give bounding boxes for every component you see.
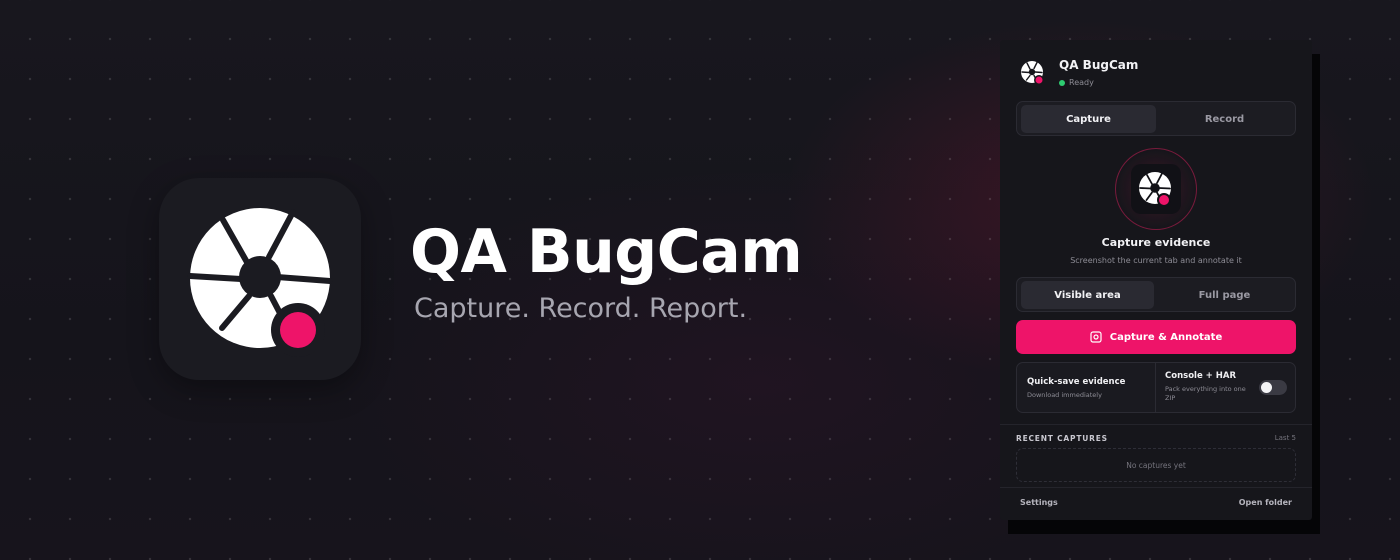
camera-shutter-icon	[187, 208, 333, 357]
mode-tabs: Capture Record	[1016, 101, 1296, 136]
capture-annotate-label: Capture & Annotate	[1109, 331, 1223, 343]
divider	[1000, 424, 1312, 425]
banner: QA BugCam Capture. Record. Report. QA Bu…	[0, 0, 1400, 560]
app-logo	[159, 178, 361, 380]
settings-link[interactable]: Settings	[1020, 498, 1058, 507]
options-divider	[1155, 363, 1156, 412]
quick-save-title: Quick-save evidence	[1027, 377, 1126, 387]
capture-annotate-button[interactable]: Capture & Annotate	[1016, 320, 1296, 354]
extension-popup: QA BugCam Ready Capture Record Capture e…	[1000, 40, 1312, 520]
recent-captures-heading: RECENT CAPTURES	[1016, 434, 1108, 443]
divider	[1000, 487, 1312, 488]
empty-state-text: No captures yet	[1126, 460, 1186, 470]
capture-title: Capture evidence	[1101, 236, 1211, 249]
console-har-option: Console + HAR Pack everything into one Z…	[1165, 371, 1255, 403]
hero-title: QA BugCam	[410, 217, 803, 287]
quick-save-description: Download immediately	[1027, 391, 1102, 399]
status-dot-icon	[1059, 80, 1065, 86]
quick-save-option[interactable]: Quick-save evidence Download immediately	[1027, 377, 1152, 400]
console-har-toggle[interactable]	[1259, 380, 1287, 395]
record-dot-icon	[280, 312, 316, 348]
popup-header: QA BugCam Ready	[1000, 40, 1312, 100]
tab-capture[interactable]: Capture	[1021, 105, 1156, 133]
open-folder-link[interactable]: Open folder	[1239, 498, 1292, 507]
area-selector: Visible area Full page	[1016, 277, 1296, 312]
camera-shutter-icon	[1021, 61, 1044, 85]
options-card: Quick-save evidence Download immediately…	[1016, 362, 1296, 413]
status-label: Ready	[1069, 78, 1094, 87]
option-visible-area[interactable]: Visible area	[1021, 281, 1154, 309]
capture-description: Screenshot the current tab and annotate …	[1070, 256, 1242, 265]
recent-captures-count: Last 5	[1274, 434, 1296, 442]
console-har-title: Console + HAR	[1165, 371, 1236, 381]
capture-icon-tile	[1131, 164, 1181, 214]
toggle-knob	[1261, 382, 1272, 393]
console-har-description: Pack everything into one ZIP	[1165, 385, 1246, 402]
option-full-page[interactable]: Full page	[1157, 281, 1292, 309]
capture-target-ring	[1115, 148, 1197, 230]
tab-record[interactable]: Record	[1157, 105, 1292, 133]
capture-icon	[1090, 331, 1102, 343]
camera-shutter-icon	[1139, 172, 1171, 207]
popup-app-name: QA BugCam	[1059, 58, 1139, 72]
hero-tagline: Capture. Record. Report.	[414, 293, 748, 324]
recent-captures-empty: No captures yet	[1016, 448, 1296, 482]
